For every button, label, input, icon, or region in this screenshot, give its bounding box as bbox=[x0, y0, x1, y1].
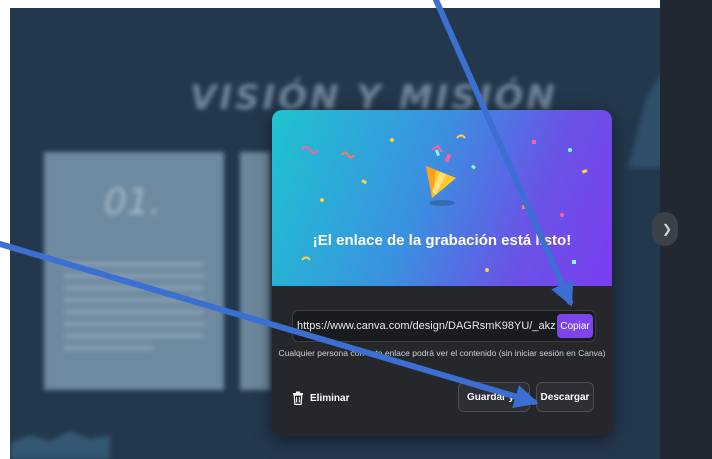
slide-card: 01. bbox=[44, 152, 224, 390]
text-placeholder bbox=[64, 274, 204, 278]
party-popper-icon bbox=[426, 149, 456, 206]
copy-button[interactable]: Copiar bbox=[557, 314, 593, 338]
next-slide-button[interactable]: ❯ bbox=[652, 212, 678, 246]
text-placeholder bbox=[64, 334, 204, 338]
trash-icon bbox=[293, 391, 303, 405]
dialog-title: ¡El enlace de la grabación está listo! bbox=[312, 232, 572, 249]
dialog-banner: ¡El enlace de la grabación está listo! bbox=[272, 110, 612, 286]
background-shape bbox=[10, 431, 110, 459]
text-placeholder bbox=[64, 262, 204, 266]
recording-link-dialog: ¡El enlace de la grabación está listo! C… bbox=[272, 110, 612, 436]
share-link-input[interactable] bbox=[297, 311, 555, 341]
text-placeholder bbox=[64, 298, 204, 302]
card-number: 01. bbox=[104, 182, 162, 223]
text-placeholder bbox=[64, 346, 154, 350]
text-placeholder bbox=[64, 322, 204, 326]
link-field: Copiar bbox=[292, 310, 596, 342]
save-and-exit-button[interactable]: Guardar y salir bbox=[458, 382, 530, 412]
side-panel: ❯ bbox=[652, 0, 712, 459]
delete-label: Eliminar bbox=[310, 392, 350, 404]
chevron-right-icon: ❯ bbox=[662, 222, 673, 236]
text-placeholder bbox=[64, 286, 204, 290]
download-button[interactable]: Descargar bbox=[536, 382, 594, 412]
text-placeholder bbox=[64, 310, 204, 314]
delete-button[interactable]: Eliminar bbox=[292, 386, 349, 410]
slide-card bbox=[240, 152, 270, 390]
link-access-note: Cualquier persona con este enlace podrá … bbox=[278, 348, 606, 358]
